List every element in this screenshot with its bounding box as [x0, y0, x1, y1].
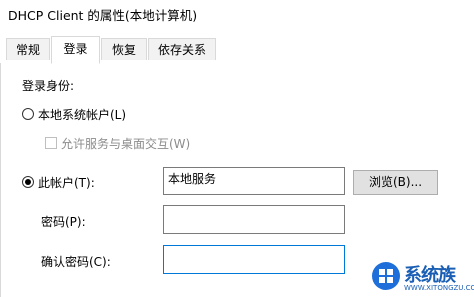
this-account-label[interactable]: 此帐户(T): — [38, 174, 95, 191]
tab-general[interactable]: 常规 — [6, 38, 50, 60]
local-system-radio[interactable] — [22, 108, 34, 120]
this-account-radio[interactable] — [22, 176, 34, 188]
tab-logon[interactable]: 登录 — [51, 36, 100, 64]
account-input[interactable]: 本地服务 — [163, 167, 345, 195]
logon-as-label: 登录身份: — [22, 79, 75, 93]
window-title: DHCP Client 的属性(本地计算机) — [8, 8, 198, 23]
title-bar: DHCP Client 的属性(本地计算机) — [0, 0, 474, 30]
tab-recovery[interactable]: 恢复 — [101, 38, 147, 60]
tab-dependencies[interactable]: 依存关系 — [148, 38, 216, 60]
local-system-label[interactable]: 本地系统帐户(L) — [38, 106, 126, 123]
watermark-url: WWW.XITONGZU.COM — [404, 284, 474, 292]
confirm-password-label: 确认密码(C): — [41, 255, 111, 269]
browse-button[interactable]: 浏览(B)... — [353, 170, 438, 195]
password-label: 密码(P): — [41, 215, 86, 229]
interact-desktop-checkbox[interactable] — [45, 137, 57, 149]
interact-desktop-label: 允许服务与桌面交互(W) — [61, 137, 191, 151]
windows-logo-icon — [372, 262, 400, 290]
tab-strip: 常规 登录 恢复 依存关系 — [0, 36, 474, 64]
confirm-password-input[interactable] — [163, 245, 345, 274]
site-watermark: 系统族 WWW.XITONGZU.COM — [372, 258, 474, 297]
password-input[interactable] — [163, 205, 345, 234]
